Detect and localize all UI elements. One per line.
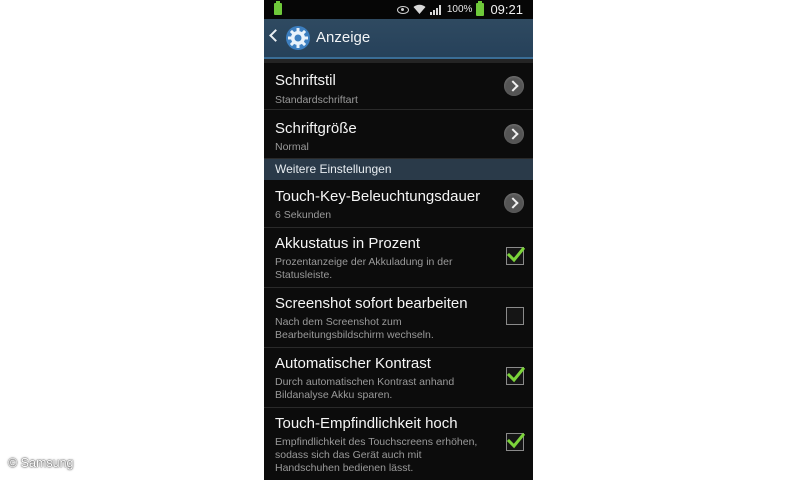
setting-subtitle: 6 Sekunden xyxy=(275,209,332,221)
setting-description: Nach dem Screenshot zum Bearbeitungsbild… xyxy=(275,316,490,342)
description-line: Nach dem Screenshot zum xyxy=(275,316,402,328)
copyright-watermark: © Samsung xyxy=(8,456,74,470)
section-header: Weitere Einstellungen xyxy=(264,159,533,180)
checkmark-icon xyxy=(506,432,526,449)
setting-description: Prozentanzeige der Akkuladung in der Sta… xyxy=(275,256,490,282)
setting-auto-contrast[interactable]: Automatischer Kontrast Durch automatisch… xyxy=(264,348,533,408)
description-line: Empfindlichkeit des Touchscreens erhöhen… xyxy=(275,436,478,448)
action-bar: Anzeige xyxy=(264,19,533,59)
signal-icon xyxy=(429,5,441,15)
description-line: sodass sich das Gerät auch mit xyxy=(275,449,422,461)
page-title: Anzeige xyxy=(316,29,371,46)
description-line: Durch automatischen Kontrast anhand xyxy=(275,376,455,388)
setting-screenshot-edit[interactable]: Screenshot sofort bearbeiten Nach dem Sc… xyxy=(264,288,533,348)
setting-description: Empfindlichkeit des Touchscreens erhöhen… xyxy=(275,436,490,475)
settings-list: Schriftstil Standardschriftart Schriftgr… xyxy=(264,59,533,480)
checkmark-icon xyxy=(506,366,526,383)
chevron-right-icon xyxy=(504,76,524,96)
setting-title: Screenshot sofort bearbeiten xyxy=(275,295,468,312)
gear-icon[interactable] xyxy=(285,25,311,51)
checkbox[interactable] xyxy=(506,307,524,325)
chevron-right-icon xyxy=(504,193,524,213)
battery-percent: 100% xyxy=(446,4,473,15)
setting-title: Touch-Key-Beleuchtungsdauer xyxy=(275,188,481,205)
setting-battery-percent[interactable]: Akkustatus in Prozent Prozentanzeige der… xyxy=(264,228,533,288)
wifi-icon xyxy=(413,4,426,14)
setting-subtitle: Normal xyxy=(275,141,309,153)
smart-stay-eye-icon xyxy=(396,5,409,14)
setting-title: Touch-Empfindlichkeit hoch xyxy=(275,415,458,432)
description-line: Bildanalyse Akku sparen. xyxy=(275,389,393,401)
battery-icon xyxy=(476,1,485,16)
phone-screen: 100% 09:21 Anzeige Schriftstil Standards… xyxy=(264,0,533,480)
checkmark-icon xyxy=(506,246,526,263)
checkbox[interactable] xyxy=(506,246,526,265)
back-icon[interactable] xyxy=(269,29,282,42)
setting-title: Akkustatus in Prozent xyxy=(275,235,421,252)
description-line: Prozentanzeige der Akkuladung in der xyxy=(275,256,453,268)
status-bar: 100% 09:21 xyxy=(264,0,533,19)
description-line: Statusleiste. xyxy=(275,269,333,281)
setting-subtitle: Standardschriftart xyxy=(275,94,358,106)
setting-title: Automatischer Kontrast xyxy=(275,355,431,372)
setting-title: Schriftstil xyxy=(275,72,336,89)
setting-font-style[interactable]: Schriftstil Standardschriftart xyxy=(264,63,533,110)
setting-font-size[interactable]: Schriftgröße Normal xyxy=(264,110,533,159)
setting-description: Durch automatischen Kontrast anhand Bild… xyxy=(275,376,490,402)
setting-touch-key-light[interactable]: Touch-Key-Beleuchtungsdauer 6 Sekunden xyxy=(264,180,533,228)
notification-battery-icon xyxy=(274,1,282,15)
chevron-right-icon xyxy=(504,124,524,144)
checkbox[interactable] xyxy=(506,432,526,451)
setting-touch-sensitivity[interactable]: Touch-Empfindlichkeit hoch Empfindlichke… xyxy=(264,408,533,480)
description-line: Bearbeitungsbildschirm wechseln. xyxy=(275,329,434,341)
checkbox[interactable] xyxy=(506,366,526,385)
clock: 09:21 xyxy=(490,2,523,17)
setting-title: Schriftgröße xyxy=(275,120,357,137)
description-line: Handschuhen bedienen lässt. xyxy=(275,462,414,474)
